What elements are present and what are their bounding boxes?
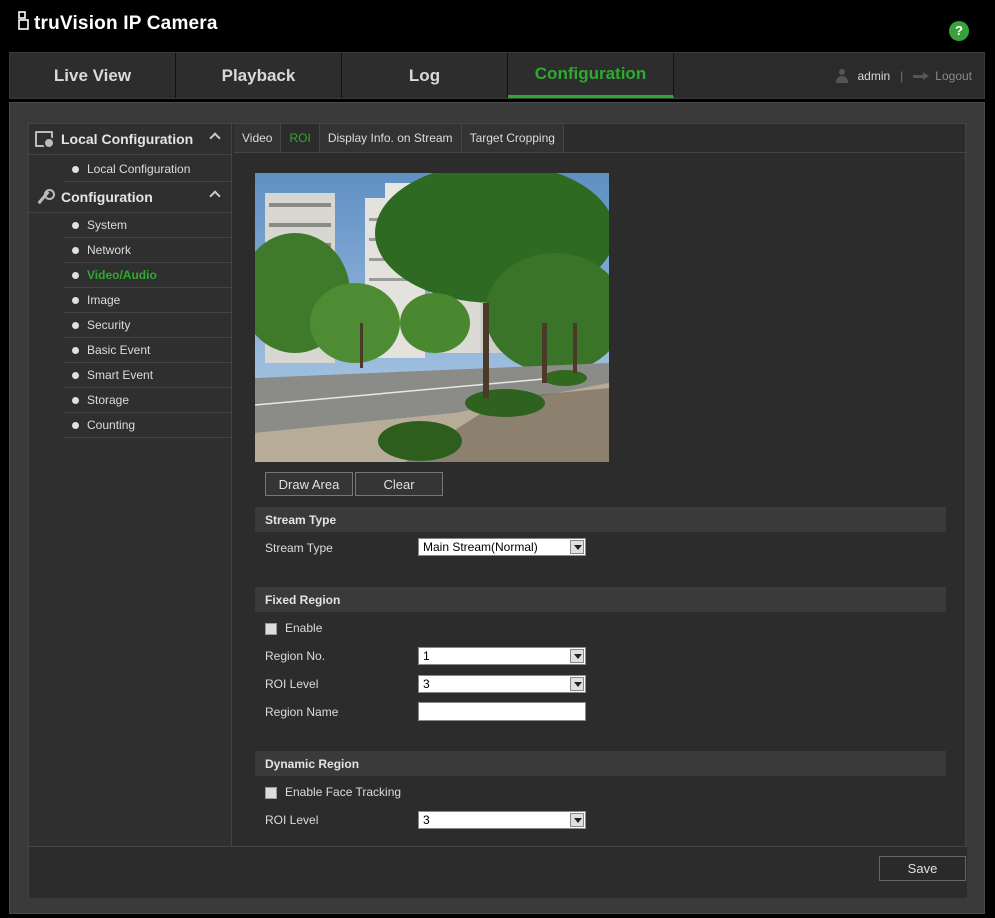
sidebar-section-title: Local Configuration <box>61 131 194 147</box>
sub-tabs: Video ROI Display Info. on Stream Target… <box>234 124 967 153</box>
bullet-icon <box>72 396 79 404</box>
sidebar-item-basic-event[interactable]: Basic Event <box>64 338 231 363</box>
user-area: admin | Logout <box>835 53 972 98</box>
dropdown-arrow-icon[interactable] <box>570 540 584 554</box>
sidebar-item-label: System <box>87 218 128 232</box>
bullet-icon <box>72 296 79 304</box>
dropdown-arrow-icon[interactable] <box>570 649 584 663</box>
draw-area-button[interactable]: Draw Area <box>265 472 353 496</box>
tab-roi[interactable]: ROI <box>281 124 320 152</box>
sidebar-item-local-configuration[interactable]: Local Configuration <box>64 157 231 182</box>
tab-live-view[interactable]: Live View <box>10 53 176 98</box>
tab-display-info[interactable]: Display Info. on Stream <box>319 124 462 152</box>
sidebar-item-storage[interactable]: Storage <box>64 388 231 413</box>
username: admin <box>857 68 891 83</box>
sidebar-item-label: Video/Audio <box>87 268 157 282</box>
sidebar-item-label: Basic Event <box>87 343 151 357</box>
tab-video[interactable]: Video <box>234 124 282 152</box>
bullet-icon <box>72 271 79 279</box>
region-name-label: Region Name <box>265 705 339 719</box>
video-preview[interactable] <box>255 173 609 462</box>
bullet-icon <box>72 421 79 429</box>
stream-type-label: Stream Type <box>265 541 333 555</box>
dropdown-arrow-icon[interactable] <box>570 813 584 827</box>
section-stream-type: Stream Type <box>255 507 946 532</box>
bullet-icon <box>72 371 79 379</box>
config-panel: Local Configuration Local Configuration … <box>28 123 967 898</box>
stream-type-value: Main Stream(Normal) <box>423 540 538 554</box>
dynamic-roi-level-value: 3 <box>423 813 430 827</box>
region-no-select[interactable]: 1 <box>418 647 586 665</box>
stream-type-select[interactable]: Main Stream(Normal) <box>418 538 586 556</box>
wrench-icon <box>35 189 55 205</box>
sidebar-item-label: Security <box>87 318 131 332</box>
sidebar-section-local[interactable]: Local Configuration <box>29 124 231 155</box>
sidebar-item-label: Image <box>87 293 121 307</box>
face-tracking-label: Enable Face Tracking <box>285 785 402 799</box>
chevron-up-icon[interactable] <box>209 132 221 144</box>
truvision-logo-icon <box>18 11 29 30</box>
roi-level-label: ROI Level <box>265 677 319 691</box>
region-no-label: Region No. <box>265 649 326 663</box>
sidebar-item-smart-event[interactable]: Smart Event <box>64 363 231 388</box>
sidebar-item-label: Smart Event <box>87 368 154 382</box>
clear-button[interactable]: Clear <box>355 472 443 496</box>
save-button[interactable]: Save <box>879 856 966 881</box>
sidebar-item-security[interactable]: Security <box>64 313 231 338</box>
brand-logo: truVision IP Camera <box>18 8 218 40</box>
separator: | <box>900 68 904 83</box>
dynamic-roi-level-label: ROI Level <box>265 813 319 827</box>
user-icon <box>835 68 849 83</box>
tab-configuration[interactable]: Configuration <box>508 53 674 98</box>
sidebar: Local Configuration Local Configuration … <box>29 124 232 846</box>
bullet-icon <box>72 321 79 329</box>
top-nav: Live View Playback Log Configuration adm… <box>9 52 985 99</box>
sidebar-item-counting[interactable]: Counting <box>64 413 231 438</box>
sidebar-item-label: Storage <box>87 393 130 407</box>
tab-playback[interactable]: Playback <box>176 53 342 98</box>
bullet-icon <box>72 221 79 229</box>
enable-checkbox[interactable] <box>265 623 277 635</box>
sidebar-item-video-audio[interactable]: Video/Audio <box>64 263 231 288</box>
logout-icon[interactable] <box>913 71 930 81</box>
footer-bar: Save <box>29 846 967 898</box>
bullet-icon <box>72 346 79 354</box>
section-fixed-region: Fixed Region <box>255 587 946 612</box>
monitor-icon <box>35 131 55 149</box>
camera-image <box>255 173 609 462</box>
bullet-icon <box>72 246 79 254</box>
sidebar-item-system[interactable]: System <box>64 213 231 238</box>
sidebar-section-configuration[interactable]: Configuration <box>29 182 231 213</box>
sidebar-section-title: Configuration <box>61 189 153 205</box>
sidebar-item-network[interactable]: Network <box>64 238 231 263</box>
chevron-up-icon[interactable] <box>209 190 221 202</box>
help-icon[interactable]: ? <box>949 21 969 41</box>
dynamic-roi-level-select[interactable]: 3 <box>418 811 586 829</box>
sidebar-item-label: Counting <box>87 418 136 432</box>
sidebar-item-label: Network <box>87 243 132 257</box>
brand-name: truVision IP Camera <box>34 13 218 34</box>
bullet-icon <box>72 165 79 173</box>
tab-target-cropping[interactable]: Target Cropping <box>461 124 564 152</box>
sidebar-item-label: Local Configuration <box>87 162 191 176</box>
section-dynamic-region: Dynamic Region <box>255 751 946 776</box>
logout-link[interactable]: Logout <box>935 69 972 83</box>
sidebar-item-image[interactable]: Image <box>64 288 231 313</box>
main-frame: Local Configuration Local Configuration … <box>9 102 985 914</box>
roi-level-select[interactable]: 3 <box>418 675 586 693</box>
dropdown-arrow-icon[interactable] <box>570 677 584 691</box>
face-tracking-checkbox[interactable] <box>265 787 277 799</box>
roi-level-value: 3 <box>423 677 430 691</box>
region-name-input[interactable] <box>418 702 586 721</box>
roi-content: Video ROI Display Info. on Stream Target… <box>234 124 967 846</box>
enable-label: Enable <box>285 621 323 635</box>
tab-log[interactable]: Log <box>342 53 508 98</box>
region-no-value: 1 <box>423 649 430 663</box>
